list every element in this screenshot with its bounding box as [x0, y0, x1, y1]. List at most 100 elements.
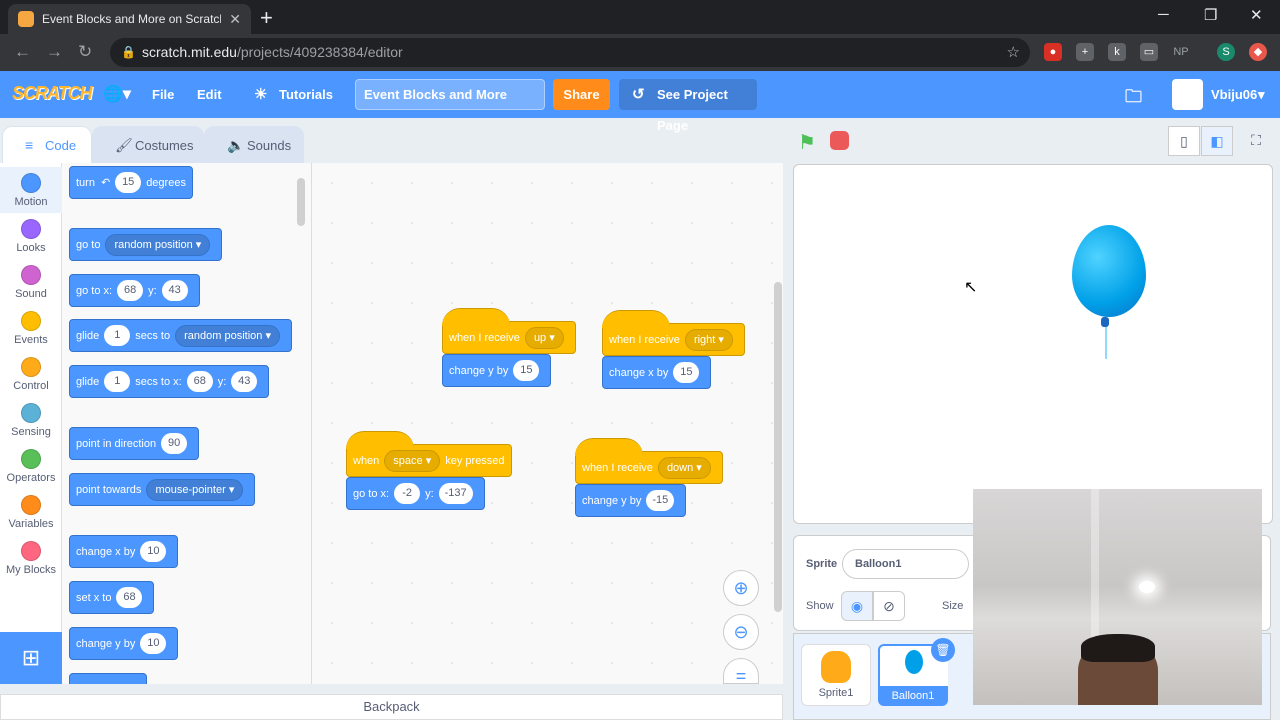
change-x-block[interactable]: change x by 10	[69, 535, 179, 568]
partial-block[interactable]	[69, 673, 147, 684]
minimize-icon[interactable]: ─	[1158, 6, 1169, 23]
category-looks[interactable]: Looks	[0, 213, 62, 259]
palette-scrollbar[interactable]	[297, 178, 305, 226]
go-to-xy-script-block[interactable]: go to x: -2 y: -137	[346, 477, 485, 510]
block-input[interactable]: 43	[161, 280, 188, 301]
my-stuff-folder-icon[interactable]: 🗀	[1125, 84, 1142, 113]
normal-stage-icon[interactable]: ◧	[1201, 126, 1233, 156]
new-tab-icon[interactable]: +	[260, 5, 273, 31]
close-window-icon[interactable]: ✕	[1250, 6, 1263, 24]
block-input[interactable]: 10	[140, 633, 167, 654]
change-y-down-block[interactable]: change y by -15	[575, 484, 687, 517]
category-sound[interactable]: Sound	[0, 259, 62, 305]
block-input[interactable]: 43	[231, 371, 258, 392]
edit-menu[interactable]: Edit	[197, 87, 222, 102]
block-dropdown[interactable]: random position ▾	[105, 233, 211, 256]
backpack[interactable]: Backpack	[0, 694, 783, 720]
reload-icon[interactable]: ↻	[78, 42, 92, 62]
restore-icon[interactable]: ❐	[1204, 6, 1217, 24]
extension-icon[interactable]: k	[1108, 43, 1126, 61]
extension-icon[interactable]: ●	[1044, 43, 1062, 61]
block-input[interactable]: 10	[140, 541, 167, 562]
project-title-input[interactable]: Event Blocks and More	[355, 79, 545, 110]
point-in-direction-block[interactable]: point in direction 90	[69, 427, 200, 460]
forward-icon[interactable]: →	[46, 42, 63, 62]
small-stage-icon[interactable]: ▯	[1168, 126, 1200, 156]
category-my-blocks[interactable]: My Blocks	[0, 535, 62, 581]
add-extension-button[interactable]: ⊞	[0, 632, 62, 684]
close-tab-icon[interactable]: ✕	[229, 11, 241, 28]
extension-icon[interactable]: ◆	[1249, 43, 1267, 61]
category-events[interactable]: Events	[0, 305, 62, 351]
block-input[interactable]: -2	[394, 483, 421, 504]
url-input[interactable]: 🔒 scratch.mit.edu/projects/409238384/edi…	[110, 38, 1030, 67]
block-input[interactable]: 1	[104, 371, 131, 392]
show-eye-icon[interactable]: ◉	[841, 591, 873, 621]
zoom-out-icon[interactable]: ⊖	[723, 614, 759, 650]
block-input[interactable]: 90	[161, 433, 188, 454]
block-input[interactable]: -137	[438, 483, 473, 504]
category-motion[interactable]: Motion	[0, 167, 62, 213]
tutorials-menu[interactable]: Tutorials	[279, 87, 333, 102]
block-input[interactable]: 1	[104, 325, 131, 346]
block-input[interactable]: 68	[186, 371, 213, 392]
tab-costumes[interactable]: 🖌 Costumes	[92, 126, 204, 163]
green-flag-icon[interactable]: ⚑	[798, 130, 816, 155]
glide-random-block[interactable]: glide 1 secs to random position ▾	[69, 319, 292, 352]
when-i-receive-down-hat[interactable]: when I receive down ▾	[575, 438, 723, 484]
username[interactable]: Vbiju06	[1211, 87, 1257, 102]
when-i-receive-right-hat[interactable]: when I receive right ▾	[602, 310, 745, 356]
change-x-right-block[interactable]: change x by 15	[602, 356, 712, 389]
category-sensing[interactable]: Sensing	[0, 397, 62, 443]
category-operators[interactable]: Operators	[0, 443, 62, 489]
go-to-block[interactable]: go to random position ▾	[69, 228, 223, 261]
zoom-in-icon[interactable]: ⊕	[723, 570, 759, 606]
tab-sounds[interactable]: 🔈 Sounds	[204, 126, 304, 163]
block-dropdown[interactable]: random position ▾	[175, 324, 280, 347]
set-x-block[interactable]: set x to 68	[69, 581, 155, 614]
user-menu-caret-icon[interactable]: ▾	[1258, 87, 1265, 103]
category-control[interactable]: Control	[0, 351, 62, 397]
block-input[interactable]: 15	[115, 172, 142, 193]
block-input[interactable]: 15	[673, 362, 700, 383]
hide-eye-icon[interactable]: ⊘	[873, 591, 905, 621]
script-scrollbar[interactable]	[774, 282, 782, 612]
glide-xy-block[interactable]: glide 1 secs to x: 68 y: 43	[69, 365, 270, 398]
user-avatar[interactable]	[1172, 79, 1203, 110]
bookmark-star-icon[interactable]: ☆	[1007, 38, 1020, 67]
block-dropdown[interactable]: space ▾	[384, 449, 441, 472]
block-dropdown[interactable]: right ▾	[684, 328, 733, 351]
back-icon[interactable]: ←	[14, 42, 31, 62]
block-dropdown[interactable]: up ▾	[524, 326, 564, 349]
scratch-logo[interactable]: SCRATCH	[12, 83, 93, 104]
block-input[interactable]: -15	[646, 490, 675, 511]
when-key-pressed-hat[interactable]: when space ▾ key pressed	[346, 431, 512, 477]
tab-code[interactable]: ≡ Code	[2, 126, 92, 163]
delete-sprite-icon[interactable]: 🗑	[931, 638, 955, 662]
balloon-sprite[interactable]	[1072, 225, 1146, 317]
go-to-xy-block[interactable]: go to x: 68 y: 43	[69, 274, 200, 307]
block-input[interactable]: 68	[117, 280, 144, 301]
block-dropdown[interactable]: mouse-pointer ▾	[146, 478, 244, 501]
extension-cast-icon[interactable]: ▭	[1140, 43, 1158, 61]
profile-avatar[interactable]: S	[1217, 43, 1235, 61]
extension-plus-icon[interactable]: +	[1076, 43, 1094, 61]
script-area[interactable]: when I receive up ▾ change y by 15 when …	[312, 163, 783, 684]
see-project-page-button[interactable]: ↺ See Project Page	[619, 79, 757, 133]
turn-block[interactable]: turn ↶ 15 degrees	[69, 166, 193, 199]
stop-icon[interactable]	[830, 131, 849, 150]
category-variables[interactable]: Variables	[0, 489, 62, 535]
stage-canvas[interactable]	[793, 164, 1273, 524]
change-y-up-block[interactable]: change y by 15	[442, 354, 552, 387]
file-menu[interactable]: File	[152, 87, 174, 102]
extension-np-icon[interactable]: NP	[1170, 43, 1192, 61]
sprite-thumb-sprite1[interactable]: Sprite1	[801, 644, 871, 706]
browser-tab[interactable]: Event Blocks and More on Scratch ✕	[8, 4, 251, 34]
point-towards-block[interactable]: point towards mouse-pointer ▾	[69, 473, 256, 506]
block-input[interactable]: 68	[116, 587, 143, 608]
block-input[interactable]: 15	[513, 360, 540, 381]
when-i-receive-up-hat[interactable]: when I receive up ▾	[442, 308, 576, 354]
change-y-block[interactable]: change y by 10	[69, 627, 179, 660]
share-button[interactable]: Share	[553, 79, 610, 110]
sprite-name-input[interactable]: Balloon1	[842, 549, 969, 579]
